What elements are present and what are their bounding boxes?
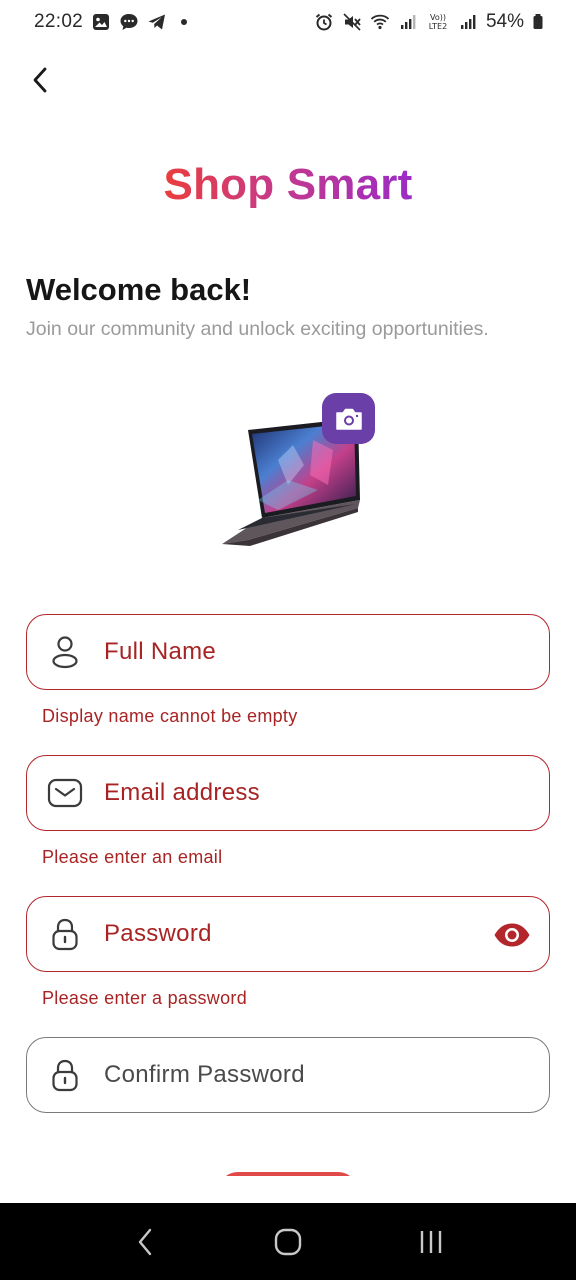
signal-icon	[398, 12, 418, 32]
status-left: 22:02	[34, 11, 188, 33]
image-icon	[91, 12, 111, 32]
person-icon	[47, 634, 83, 670]
password-placeholder: Password	[104, 920, 212, 947]
status-bar: 22:02 Vo)) LTE2 54%	[0, 0, 576, 44]
submit-button[interactable]	[218, 1172, 358, 1176]
lock-icon	[47, 916, 83, 952]
nav-back-button[interactable]	[115, 1212, 175, 1272]
nav-recents-icon	[420, 1230, 441, 1253]
chat-icon	[119, 12, 139, 32]
welcome-subtitle: Join our community and unlock exciting o…	[26, 318, 489, 340]
status-right: Vo)) LTE2 54%	[314, 11, 544, 33]
lock-icon	[47, 1057, 83, 1093]
email-placeholder: Email address	[104, 779, 260, 806]
full-name-error: Display name cannot be empty	[42, 706, 298, 726]
nav-recents-button[interactable]	[401, 1212, 461, 1272]
battery-percent: 54%	[485, 11, 524, 32]
back-button[interactable]	[22, 62, 58, 98]
wifi-icon	[370, 12, 390, 32]
nav-bar	[0, 1203, 576, 1280]
confirm-password-placeholder: Confirm Password	[104, 1061, 305, 1088]
battery-icon	[532, 12, 544, 32]
chevron-left-icon	[33, 67, 47, 93]
nav-back-icon	[139, 1228, 152, 1255]
email-field[interactable]: Email address	[26, 755, 550, 831]
camera-button[interactable]	[322, 393, 375, 444]
confirm-password-field[interactable]: Confirm Password	[26, 1037, 550, 1113]
telegram-icon	[147, 12, 167, 32]
password-error: Please enter a password	[42, 988, 248, 1008]
full-name-placeholder: Full Name	[104, 638, 217, 665]
full-name-field[interactable]: Full Name	[26, 614, 550, 690]
app-title: Shop Smart	[0, 160, 576, 210]
mail-icon	[47, 775, 83, 811]
volte-icon: Vo)) LTE2	[426, 12, 450, 32]
email-error: Please enter an email	[42, 847, 223, 867]
password-field[interactable]: Password	[26, 896, 550, 972]
mute-icon	[342, 12, 362, 32]
nav-home-icon	[274, 1228, 302, 1255]
signal-icon	[458, 12, 478, 32]
nav-home-button[interactable]	[258, 1212, 318, 1272]
welcome-heading: Welcome back!	[26, 272, 252, 307]
app-title-text: Shop Smart	[163, 160, 413, 209]
alarm-icon	[314, 12, 334, 32]
notification-dot	[181, 19, 188, 25]
volte-label-bottom: LTE2	[428, 22, 448, 31]
volte-label-top: Vo))	[429, 13, 446, 22]
camera-icon	[335, 408, 362, 430]
status-time: 22:02	[34, 11, 84, 32]
eye-icon[interactable]	[493, 917, 531, 953]
